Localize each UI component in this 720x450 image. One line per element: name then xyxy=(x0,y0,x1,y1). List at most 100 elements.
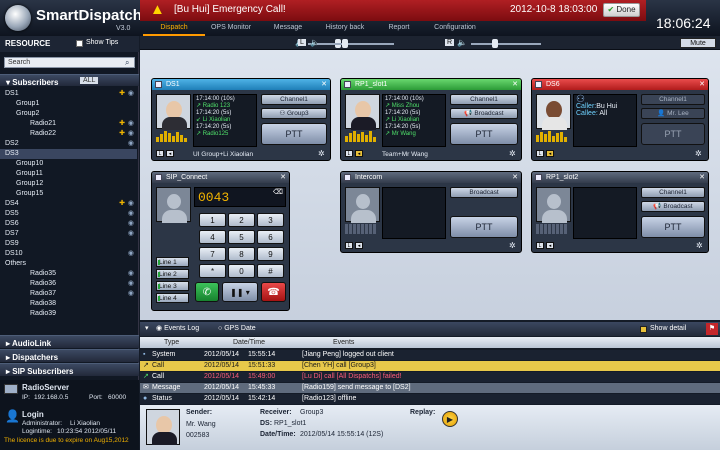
close-icon[interactable]: ✕ xyxy=(321,79,327,90)
broadcast-button[interactable]: 📢 Broadcast xyxy=(641,201,705,212)
ptt-button[interactable]: PTT xyxy=(261,123,327,145)
tab-report[interactable]: Report xyxy=(368,21,430,36)
table-row[interactable]: ↗ Call 2012/05/14 15:49:00 [Lu Di] call [All… xyxy=(140,372,720,382)
ptt-button[interactable]: PTT xyxy=(450,216,518,238)
hangup-button[interactable]: ☎ xyxy=(261,282,286,302)
replay-button[interactable]: ▶ xyxy=(442,411,458,427)
settings-icon[interactable]: ✲ xyxy=(509,149,516,158)
contact-button[interactable]: 👤 Mr. Lee xyxy=(641,108,705,119)
right-volume-knob[interactable] xyxy=(492,39,498,48)
key-8[interactable]: 8 xyxy=(228,247,255,261)
tree-item-ds5[interactable]: DS5 ◉ xyxy=(0,209,137,219)
left-volume-slider[interactable] xyxy=(324,43,394,45)
table-row[interactable]: ● Status 2012/05/14 15:42:14 [Radio123] offl… xyxy=(140,394,720,404)
key-6[interactable]: 6 xyxy=(257,230,284,244)
key-1[interactable]: 1 xyxy=(199,213,226,227)
events-log-tab[interactable]: ◉ Events Log xyxy=(156,322,199,336)
card-select-checkbox[interactable] xyxy=(155,81,162,88)
card-select-checkbox[interactable] xyxy=(535,81,542,88)
tree-item-ds2[interactable]: DS2 ◉ xyxy=(0,139,137,149)
speaker-icon[interactable]: ◂ xyxy=(546,242,554,249)
key-7[interactable]: 7 xyxy=(199,247,226,261)
hold-button[interactable]: ❚❚ ▾ xyxy=(222,282,258,302)
tree-item-radio36[interactable]: Radio36 ◉ xyxy=(0,279,137,289)
search-input[interactable]: Search xyxy=(4,57,135,68)
key-0[interactable]: 0 xyxy=(228,264,255,278)
left-volume-knob[interactable] xyxy=(342,39,348,48)
ptt-button[interactable]: PTT xyxy=(450,123,518,145)
settings-icon[interactable]: ✲ xyxy=(696,241,703,250)
col-type[interactable]: Type xyxy=(164,337,179,348)
col-datetime[interactable]: Date/Time xyxy=(233,337,265,348)
channel-button[interactable]: Channel1 xyxy=(641,94,705,105)
dispatchers-section[interactable]: ▸ Dispatchers xyxy=(0,349,139,362)
key-3[interactable]: 3 xyxy=(257,213,284,227)
table-row[interactable]: ↗ Call 2012/05/14 15:51:33 [Chen YH] call [G… xyxy=(140,361,720,371)
tree-item-group11[interactable]: Group11 xyxy=(0,169,137,179)
done-button[interactable]: ✔ Done xyxy=(603,3,640,17)
speaker-icon[interactable]: ◂ xyxy=(546,150,554,157)
card-select-checkbox[interactable] xyxy=(155,174,162,181)
tab-dispatch[interactable]: Dispatch xyxy=(143,21,205,36)
key-9[interactable]: 9 xyxy=(257,247,284,261)
ptt-button[interactable]: PTT xyxy=(641,216,705,238)
line-2-button[interactable]: Line 2 xyxy=(156,269,189,279)
tree-item-ds9[interactable]: DS9 xyxy=(0,239,137,249)
tree-item-radio38[interactable]: Radio38 xyxy=(0,299,137,309)
tab-ops-monitor[interactable]: OPS Monitor xyxy=(200,21,262,36)
tree-item-radio22[interactable]: Radio22 ✚ ◉ xyxy=(0,129,137,139)
call-button[interactable]: ✆ xyxy=(195,282,219,302)
settings-icon[interactable]: ✲ xyxy=(695,149,702,158)
tree-item-ds4[interactable]: DS4 ✚ ◉ xyxy=(0,199,137,209)
key-4[interactable]: 4 xyxy=(199,230,226,244)
tree-item-ds3[interactable]: DS3 xyxy=(0,149,137,159)
broadcast-button[interactable]: 📢 Broadcast xyxy=(450,108,518,119)
show-tips-checkbox[interactable] xyxy=(76,40,83,47)
key-star[interactable]: * xyxy=(199,264,226,278)
sip-subscribers-section[interactable]: ▸ SIP Subscribers xyxy=(0,363,139,376)
collapse-icon[interactable]: ▾ xyxy=(145,322,149,336)
tree-item-ds7[interactable]: DS7 ◉ xyxy=(0,229,137,239)
gps-date-tab[interactable]: ○ GPS Date xyxy=(218,322,256,336)
tree-item-group12[interactable]: Group12 xyxy=(0,179,137,189)
tree-item-radio37[interactable]: Radio37 ◉ xyxy=(0,289,137,299)
channel-button[interactable]: Channel1 xyxy=(641,187,705,198)
settings-icon[interactable]: ✲ xyxy=(318,149,325,158)
tree-item-ds10[interactable]: DS10 ◉ xyxy=(0,249,137,259)
close-icon[interactable]: ✕ xyxy=(699,172,705,183)
group-button[interactable]: ⚇ Group3 xyxy=(261,108,327,119)
card-select-checkbox[interactable] xyxy=(344,174,351,181)
key-5[interactable]: 5 xyxy=(228,230,255,244)
speaker-icon[interactable]: ◂ xyxy=(166,150,174,157)
backspace-icon[interactable]: ⌫ xyxy=(273,188,283,196)
close-icon[interactable]: ✕ xyxy=(280,172,286,183)
tree-item-group2[interactable]: Group2 xyxy=(0,109,137,119)
close-icon[interactable]: ✕ xyxy=(512,172,518,183)
speaker-icon[interactable]: ◂ xyxy=(355,150,363,157)
close-icon[interactable]: ✕ xyxy=(699,79,705,90)
key-hash[interactable]: # xyxy=(257,264,284,278)
tree-item-radio35[interactable]: Radio35 ◉ xyxy=(0,269,137,279)
card-select-checkbox[interactable] xyxy=(535,174,542,181)
settings-icon[interactable]: ✲ xyxy=(509,241,516,250)
line-3-button[interactable]: Line 3 xyxy=(156,281,189,291)
broadcast-button[interactable]: Broadcast xyxy=(450,187,518,198)
card-select-checkbox[interactable] xyxy=(344,81,351,88)
filter-all[interactable]: ALL xyxy=(80,77,99,84)
alarm-icon[interactable]: ⚑ xyxy=(706,323,718,335)
tree-item-radio21[interactable]: Radio21 ✚ ◉ xyxy=(0,119,137,129)
table-row[interactable]: ▪ System 2012/05/14 15:55:14 [Jiang Peng] lo… xyxy=(140,350,720,360)
channel-button[interactable]: Channel1 xyxy=(450,94,518,105)
audiolink-section[interactable]: ▸ AudioLink xyxy=(0,335,139,348)
tree-item-group15[interactable]: Group15 xyxy=(0,189,137,199)
tree-item-radio39[interactable]: Radio39 xyxy=(0,309,137,319)
table-row[interactable]: ✉ Message 2012/05/14 15:45:33 [Radio159] sen… xyxy=(140,383,720,393)
tree-item-group1[interactable]: Group1 xyxy=(0,99,137,109)
col-events[interactable]: Events xyxy=(333,337,354,348)
channel-button[interactable]: Channel1 xyxy=(261,94,327,105)
line-4-button[interactable]: Line 4 xyxy=(156,293,189,303)
tree-item-ds6[interactable]: DS6 ◉ xyxy=(0,219,137,229)
tab-configuration[interactable]: Configuration xyxy=(424,21,486,36)
key-2[interactable]: 2 xyxy=(228,213,255,227)
right-volume-slider[interactable] xyxy=(471,43,541,45)
